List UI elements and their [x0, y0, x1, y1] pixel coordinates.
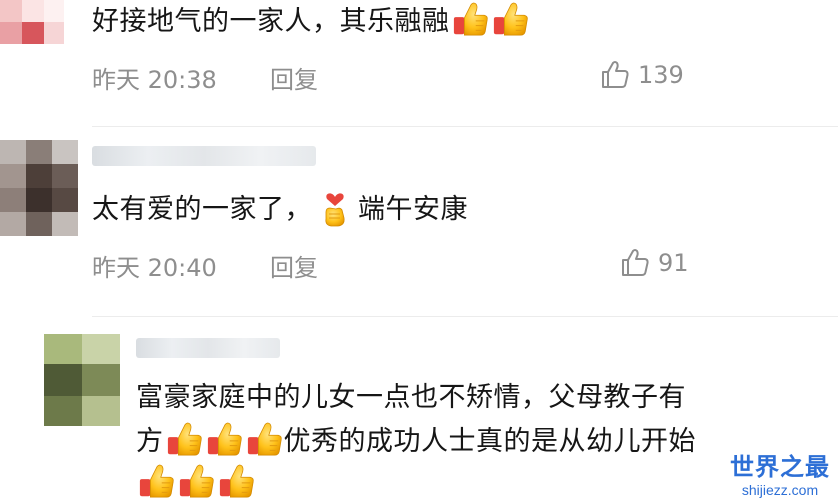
comment-timestamp: 昨天 20:38 — [92, 66, 217, 94]
comment-emoji-line-3 — [136, 462, 256, 502]
reply-button[interactable]: 回复 — [270, 248, 318, 283]
thumbs-up-emoji-icon — [206, 420, 244, 458]
comment-text-line-2: 方 优秀的成功人士真的是从幼儿开始 — [136, 420, 696, 462]
comment-2: 太有爱的一家了， 端午安康 昨天 20:40 回复 91 — [0, 140, 838, 300]
watermark-url: shijiezz.com — [741, 482, 819, 498]
avatar[interactable] — [44, 334, 120, 426]
avatar[interactable] — [0, 140, 78, 236]
like-button[interactable]: 139 — [600, 60, 684, 90]
watermark-logo: 世界之最 shijiezz.com — [730, 447, 830, 498]
comment-text-body: 太有爱的一家了， — [92, 194, 312, 225]
comment-3: 富豪家庭中的儿女一点也不矫情，父母教子有 方 优秀的成功人士真的是从幼儿开始 — [0, 330, 838, 502]
like-button[interactable]: 91 — [620, 248, 689, 278]
comment-text-tail: 优秀的成功人士真的是从幼儿开始 — [283, 426, 696, 457]
finger-heart-emoji-icon — [318, 188, 352, 228]
thumbs-up-emoji-icon — [218, 462, 256, 500]
comment-text: 好接地气的一家人，其乐融融 — [92, 0, 530, 42]
comment-text-body: 方 — [136, 426, 164, 457]
like-count: 139 — [638, 61, 684, 89]
comment-text-line-1: 富豪家庭中的儿女一点也不矫情，父母教子有 — [136, 382, 686, 413]
comment-text: 太有爱的一家了， 端午安康 — [92, 188, 468, 230]
thumbs-up-emoji-icon — [166, 420, 204, 458]
watermark-title: 世界之最 — [730, 453, 830, 481]
comment-text-tail: 端午安康 — [358, 194, 468, 225]
comment-text-body: 好接地气的一家人，其乐融融 — [92, 6, 450, 37]
avatar[interactable] — [0, 0, 64, 44]
thumbs-up-emoji-icon — [452, 0, 490, 38]
thumbs-up-outline-icon — [600, 60, 630, 90]
thumbs-up-emoji-icon — [178, 462, 216, 500]
like-count: 91 — [658, 249, 689, 277]
comment-timestamp: 昨天 20:40 — [92, 254, 217, 282]
thumbs-up-emoji-icon — [246, 420, 284, 458]
comment-divider — [92, 316, 838, 317]
comment-divider — [92, 126, 838, 127]
reply-button[interactable]: 回复 — [270, 60, 318, 95]
thumbs-up-outline-icon — [620, 248, 650, 278]
username-blurred[interactable] — [136, 338, 280, 358]
comment-1: 好接地气的一家人，其乐融融 昨天 20:38 回复 139 — [0, 0, 838, 112]
thumbs-up-emoji-icon — [492, 0, 530, 38]
thumbs-up-emoji-icon — [138, 462, 176, 500]
username-blurred[interactable] — [92, 146, 316, 166]
